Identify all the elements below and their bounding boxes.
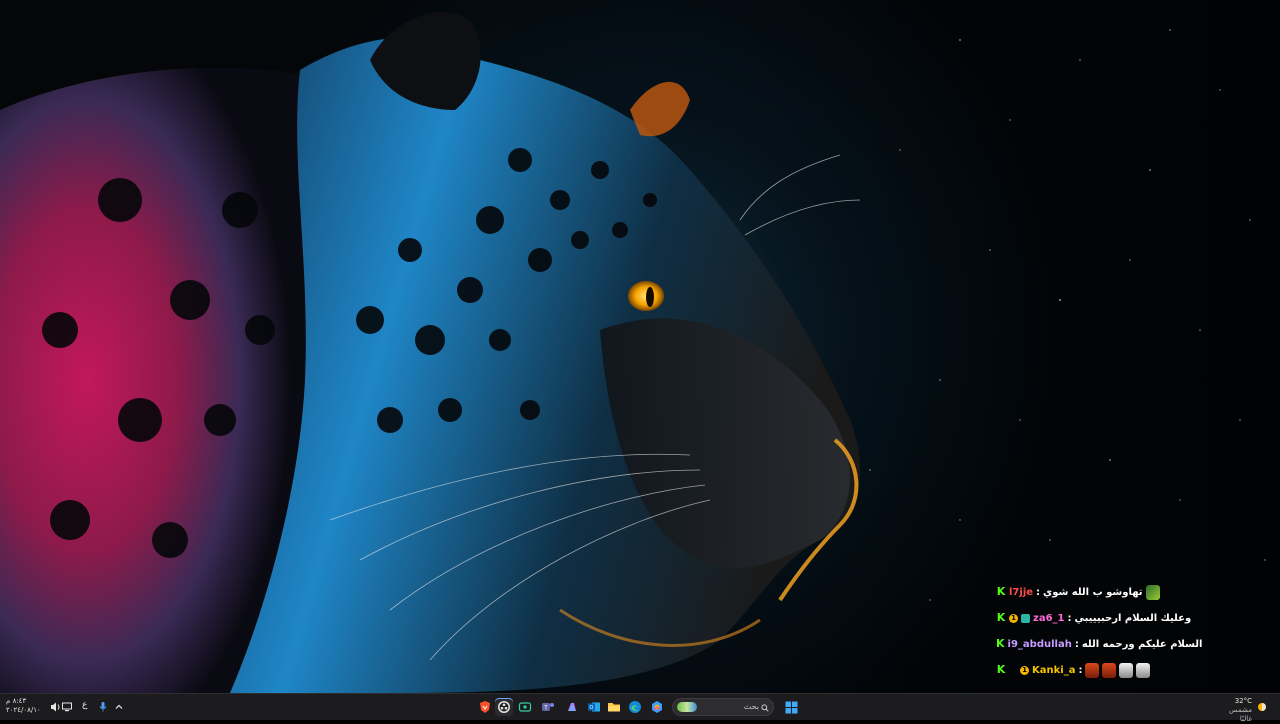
sun-icon[interactable] (1253, 698, 1271, 716)
chat-username: Kanki_a (1032, 664, 1076, 676)
chat-message: K 1 Kanki_a : (996, 659, 1196, 681)
edge-icon[interactable] (626, 698, 644, 716)
search-placeholder: بحث (743, 702, 759, 711)
emote-icon (1085, 662, 1100, 678)
copilot-icon[interactable] (563, 698, 581, 716)
chat-overlay: K l7jje : تهاوشو ب الله شوي K 1 za6_1 : … (996, 578, 1202, 684)
search-icon (761, 704, 769, 712)
windows-start-icon[interactable] (782, 698, 800, 716)
search-box[interactable]: بحث (672, 698, 774, 716)
taskbar: ٨:٤٣ م ٢٠٢٤/٠٨/١٠ ع T O بحث 32°C مشمس غا… (0, 693, 1280, 723)
photos-icon[interactable] (648, 698, 666, 716)
svg-text:O: O (590, 705, 594, 711)
brave-browser-icon[interactable] (476, 698, 494, 716)
emote-icon (1145, 584, 1160, 600)
file-explorer-icon[interactable] (605, 698, 623, 716)
kick-icon: K (996, 637, 1005, 650)
chat-text: وعليك السلام ارحبيييبي (1074, 612, 1192, 624)
chat-separator: : (1078, 664, 1083, 676)
desktop: K l7jje : تهاوشو ب الله شوي K 1 za6_1 : … (0, 0, 1280, 693)
network-icon[interactable] (58, 698, 76, 716)
emote-icon (1136, 662, 1151, 678)
chat-username: l7jje (1009, 586, 1034, 598)
teams-icon[interactable]: T (539, 698, 557, 716)
obs-icon[interactable] (495, 698, 513, 716)
chat-separator: : (1067, 612, 1072, 624)
outlook-icon[interactable]: O (585, 698, 603, 716)
taskbar-clock[interactable]: ٨:٤٣ م ٢٠٢٤/٠٨/١٠ (6, 697, 41, 715)
stars (869, 29, 1266, 601)
weather-temp: 32°C (1234, 697, 1252, 705)
clock-time: ٨:٤٣ م (6, 697, 27, 705)
chevron-up-icon[interactable] (110, 698, 128, 716)
kick-icon: K (996, 663, 1006, 676)
xbox-app-icon[interactable] (516, 698, 534, 716)
kick-icon: K (996, 611, 1006, 624)
chat-text: تهاوشو ب الله شوي (1043, 586, 1143, 598)
weather-desc: مشمس غالبًا (1229, 706, 1252, 723)
chat-text: السلام عليكم ورحمه الله (1081, 638, 1203, 650)
chat-separator: : (1074, 638, 1079, 650)
language-indicator[interactable]: ع (82, 700, 87, 710)
chat-username: za6_1 (1033, 612, 1065, 624)
chat-username: i9_abdullah (1007, 638, 1072, 650)
svg-text:T: T (543, 705, 548, 712)
chat-message: K i9_abdullah : السلام عليكم ورحمه الله (996, 633, 1202, 655)
subscriber-badge-icon: 1 (1009, 613, 1018, 623)
gifter-badge-icon (1021, 613, 1030, 623)
chat-message: K 1 za6_1 : وعليك السلام ارحبيييبي (996, 607, 1196, 629)
subscriber-badge-icon: 1 (1020, 665, 1029, 675)
search-highlight-icon (677, 702, 697, 712)
kick-icon: K (996, 585, 1006, 598)
chat-separator: : (1036, 586, 1041, 598)
emote-icon (1119, 662, 1134, 678)
emote-icon (1102, 662, 1117, 678)
clock-date: ٢٠٢٤/٠٨/١٠ (6, 706, 41, 714)
chat-message: K l7jje : تهاوشو ب الله شوي (996, 581, 1196, 603)
